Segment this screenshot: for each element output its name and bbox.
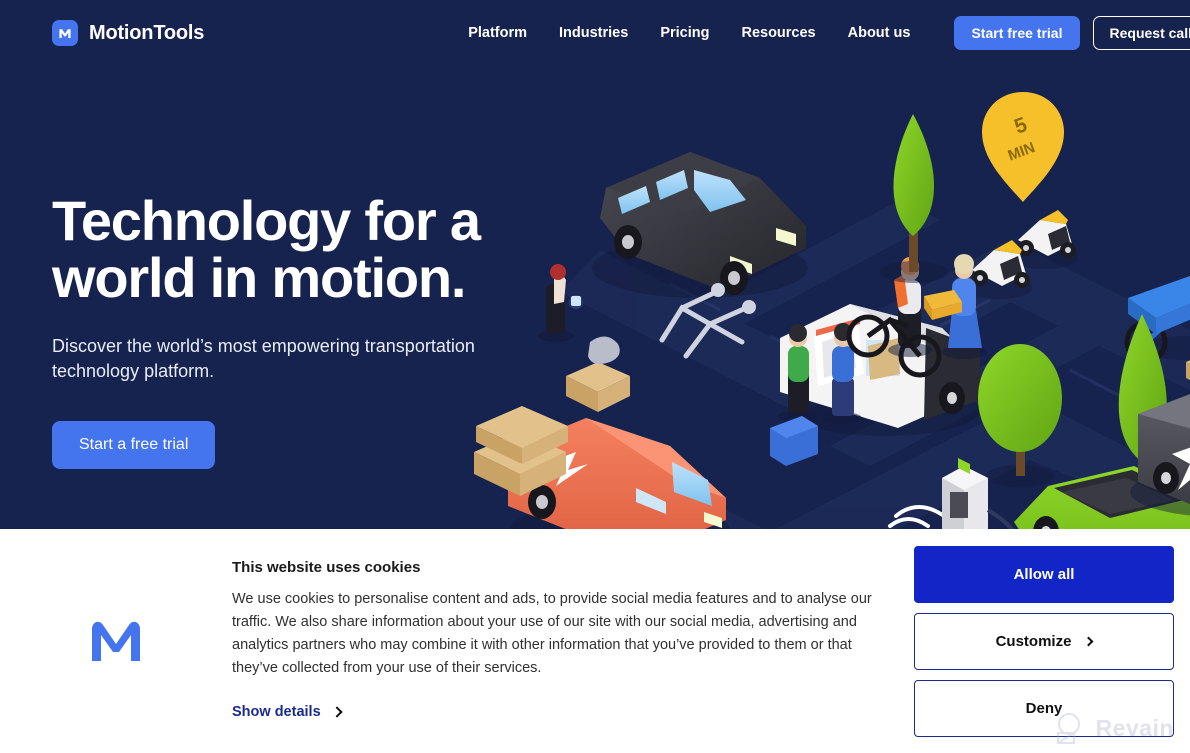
nav-link-platform[interactable]: Platform xyxy=(452,19,543,47)
customize-label: Customize xyxy=(995,633,1072,650)
customize-button[interactable]: Customize xyxy=(914,613,1174,670)
black-van xyxy=(592,152,808,298)
hero-section: 5 MIN MotionTools Platform Industries Pr… xyxy=(0,0,1190,529)
cookie-banner-logo xyxy=(0,529,232,665)
motiontools-m-logo-icon xyxy=(52,20,78,46)
chevron-right-icon xyxy=(1083,636,1094,647)
cookie-banner-body: This website uses cookies We use cookies… xyxy=(232,529,904,721)
cookie-banner-actions: Allow all Customize Deny xyxy=(904,529,1190,737)
motiontools-m-logo-icon xyxy=(92,621,140,661)
hero-title: Technology for a world in motion. xyxy=(52,192,542,306)
nav-link-industries[interactable]: Industries xyxy=(543,19,644,47)
page-root: 5 MIN MotionTools Platform Industries Pr… xyxy=(0,0,1190,753)
show-details-label: Show details xyxy=(232,704,321,720)
hero-title-line-1: Technology for a xyxy=(52,189,481,252)
allow-all-label: Allow all xyxy=(1013,566,1075,583)
deny-button[interactable]: Deny xyxy=(914,680,1174,737)
cookie-consent-banner: This website uses cookies We use cookies… xyxy=(0,529,1190,753)
cookie-banner-text: We use cookies to personalise content an… xyxy=(232,591,872,676)
hero-subtitle: Discover the world’s most empowering tra… xyxy=(52,336,475,381)
nav-link-pricing[interactable]: Pricing xyxy=(644,19,725,47)
brand-name: MotionTools xyxy=(89,21,205,44)
box-with-bag xyxy=(566,336,630,412)
allow-all-button[interactable]: Allow all xyxy=(914,546,1174,603)
hero-start-free-trial-button[interactable]: Start a free trial xyxy=(52,421,216,469)
eta-badge-pin: 5 MIN xyxy=(982,92,1064,202)
chevron-right-icon xyxy=(330,706,343,718)
nav-actions: Start free trial Request call xyxy=(954,16,1190,50)
cookie-banner-title: This website uses cookies xyxy=(232,559,421,576)
tree-tall-left xyxy=(880,114,948,283)
brand-logo-link[interactable]: MotionTools xyxy=(52,20,204,46)
primary-navbar: MotionTools Platform Industries Pricing … xyxy=(0,0,1190,66)
deny-label: Deny xyxy=(1025,700,1063,717)
hero-illustration: 5 MIN xyxy=(470,80,1190,529)
show-details-link[interactable]: Show details xyxy=(232,704,343,720)
start-free-trial-button[interactable]: Start free trial xyxy=(954,16,1080,50)
nav-link-resources[interactable]: Resources xyxy=(725,19,831,47)
request-call-button[interactable]: Request call xyxy=(1092,16,1190,50)
hero-title-line-2: world in motion. xyxy=(52,246,466,309)
nav-link-about-us[interactable]: About us xyxy=(832,19,927,47)
hero-copy: Technology for a world in motion. Discov… xyxy=(52,192,542,469)
nav-links: Platform Industries Pricing Resources Ab… xyxy=(452,19,926,47)
